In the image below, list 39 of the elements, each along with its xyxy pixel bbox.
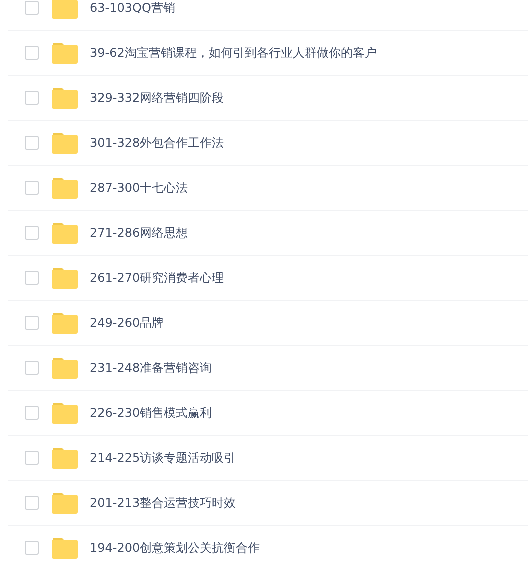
folder-icon	[52, 357, 78, 379]
folder-icon	[52, 177, 78, 199]
folder-name[interactable]: 271-286网络思想	[90, 224, 188, 242]
folder-icon	[52, 492, 78, 514]
folder-name[interactable]: 63-103QQ营销	[90, 0, 176, 16]
folder-icon	[52, 222, 78, 244]
folder-name[interactable]: 39-62淘宝营销课程，如何引到各行业人群做你的客户	[90, 44, 377, 62]
folder-name[interactable]: 231-248准备营销咨询	[90, 360, 212, 376]
folder-icon	[52, 312, 78, 334]
checkbox[interactable]	[25, 226, 39, 240]
folder-name[interactable]: 287-300十七心法	[90, 180, 188, 196]
checkbox[interactable]	[25, 91, 39, 105]
checkbox[interactable]	[25, 46, 39, 60]
checkbox[interactable]	[25, 181, 39, 195]
checkbox[interactable]	[25, 271, 39, 285]
checkbox[interactable]	[25, 361, 39, 375]
checkbox[interactable]	[25, 451, 39, 465]
folder-name[interactable]: 301-328外包合作工作法	[90, 134, 224, 152]
folder-icon	[52, 402, 78, 424]
checkbox[interactable]	[25, 496, 39, 510]
folder-name[interactable]: 226-230销售模式赢利	[90, 404, 212, 422]
folder-icon	[52, 132, 78, 154]
folder-icon	[52, 42, 78, 64]
folder-name[interactable]: 329-332网络营销四阶段	[90, 90, 224, 106]
folder-icon	[52, 447, 78, 469]
checkbox[interactable]	[25, 1, 39, 15]
checkbox[interactable]	[25, 136, 39, 150]
folder-icon	[52, 537, 78, 559]
checkbox[interactable]	[25, 406, 39, 420]
folder-name[interactable]: 194-200创意策划公关抗衡合作	[90, 540, 260, 556]
folder-name[interactable]: 249-260品牌	[90, 314, 164, 332]
folder-icon	[52, 87, 78, 109]
folder-name[interactable]: 261-270研究消费者心理	[90, 270, 224, 286]
folder-name[interactable]: 214-225访谈专题活动吸引	[90, 450, 236, 466]
checkbox[interactable]	[25, 316, 39, 330]
folder-icon	[52, 267, 78, 289]
folder-icon	[52, 0, 78, 19]
folder-name[interactable]: 201-213整合运营技巧时效	[90, 494, 236, 512]
checkbox[interactable]	[25, 541, 39, 555]
